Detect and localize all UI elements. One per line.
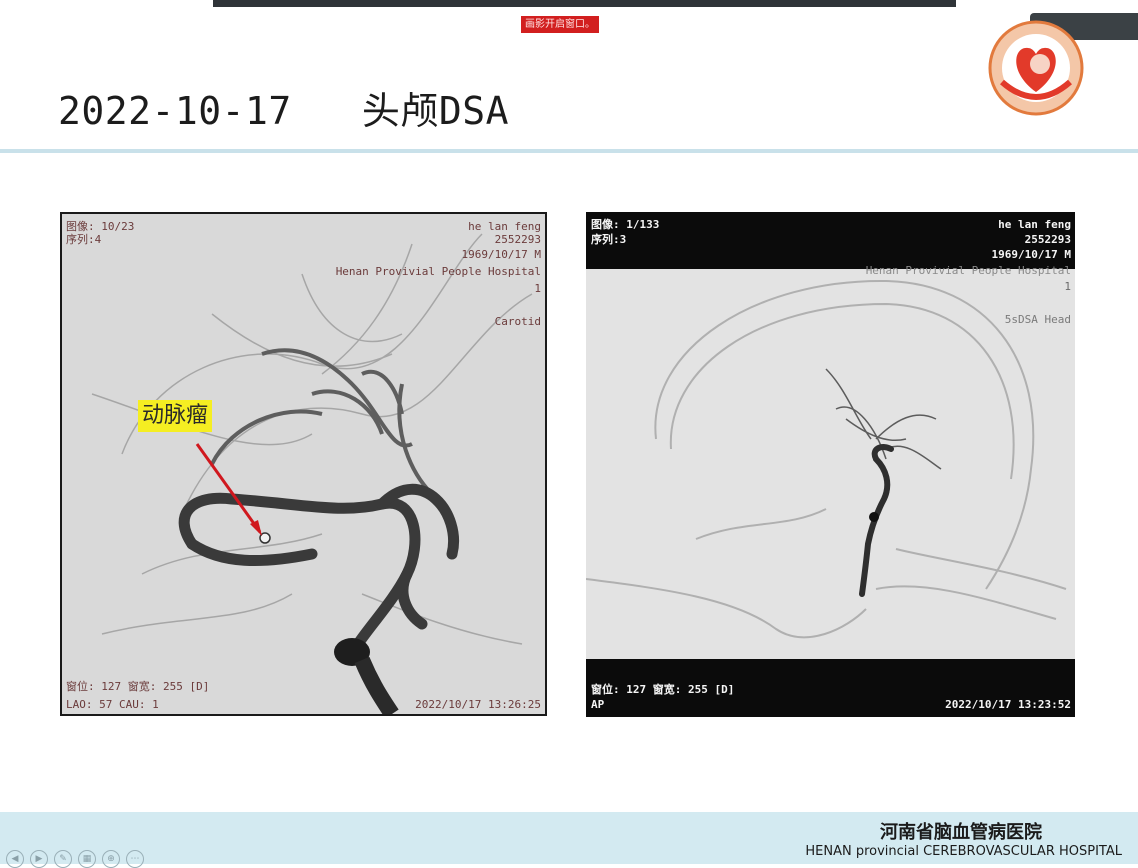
left-patient-name: he lan feng <box>468 220 541 233</box>
right-patient-name: he lan feng <box>998 218 1071 231</box>
left-study-no: 1 <box>534 282 541 295</box>
left-angle: LAO: 57 CAU: 1 <box>66 698 159 711</box>
right-timestamp: 2022/10/17 13:23:52 <box>945 698 1071 711</box>
zoom-icon[interactable]: ⊕ <box>102 850 120 868</box>
dsa-image-right[interactable]: 图像: 1/133 序列:3 he lan feng 2552293 1969/… <box>586 212 1075 717</box>
left-window-level: 窗位: 127 窗宽: 255 [D] <box>66 680 210 693</box>
right-image-counter: 图像: 1/133 <box>591 218 660 231</box>
left-timestamp: 2022/10/17 13:26:25 <box>415 698 541 711</box>
left-series-info: 序列:4 <box>66 233 102 246</box>
left-birth-sex: 1969/10/17 M <box>461 248 541 261</box>
prev-icon[interactable]: ◀ <box>6 850 24 868</box>
footer-hospital-cn: 河南省脑血管病医院 <box>880 822 1042 843</box>
left-patient-id: 2552293 <box>494 233 541 246</box>
left-hospital: Henan Provivial People Hospital <box>335 265 541 278</box>
right-protocol: 5sDSA Head <box>1004 313 1071 326</box>
player-top-bar <box>213 0 956 7</box>
right-patient-id: 2552293 <box>1024 233 1071 246</box>
left-angiogram-vessels <box>62 214 545 714</box>
right-hospital: Henan Provivial People Hospital <box>865 264 1071 277</box>
right-view: AP <box>591 698 605 711</box>
title-divider <box>0 149 1138 153</box>
player-controls: ◀ ▶ ✎ ▦ ⊕ ⋯ <box>6 850 144 868</box>
share-notice-badge: 画影开启窗口。 <box>521 16 599 33</box>
grid-icon[interactable]: ▦ <box>78 850 96 868</box>
right-angiogram-skull <box>586 279 1067 639</box>
right-window-level: 窗位: 127 窗宽: 255 [D] <box>591 683 735 696</box>
more-icon[interactable]: ⋯ <box>126 850 144 868</box>
slide-title: 2022-10-17 头颅DSA <box>58 89 510 133</box>
pen-icon[interactable]: ✎ <box>54 850 72 868</box>
left-protocol: Carotid <box>494 315 541 328</box>
next-icon[interactable]: ▶ <box>30 850 48 868</box>
hospital-logo-icon <box>988 20 1084 116</box>
dsa-image-left[interactable]: 动脉瘤 图像: 10/23 序列:4 he lan feng 2552293 1… <box>60 212 547 716</box>
right-birth-sex: 1969/10/17 M <box>991 248 1071 261</box>
left-image-counter: 图像: 10/23 <box>66 220 135 233</box>
right-series-info: 序列:3 <box>591 233 627 246</box>
right-study-no: 1 <box>1064 280 1071 293</box>
footer-hospital-en: HENAN provincial CEREBROVASCULAR HOSPITA… <box>805 844 1122 859</box>
aneurysm-label: 动脉瘤 <box>138 400 213 432</box>
